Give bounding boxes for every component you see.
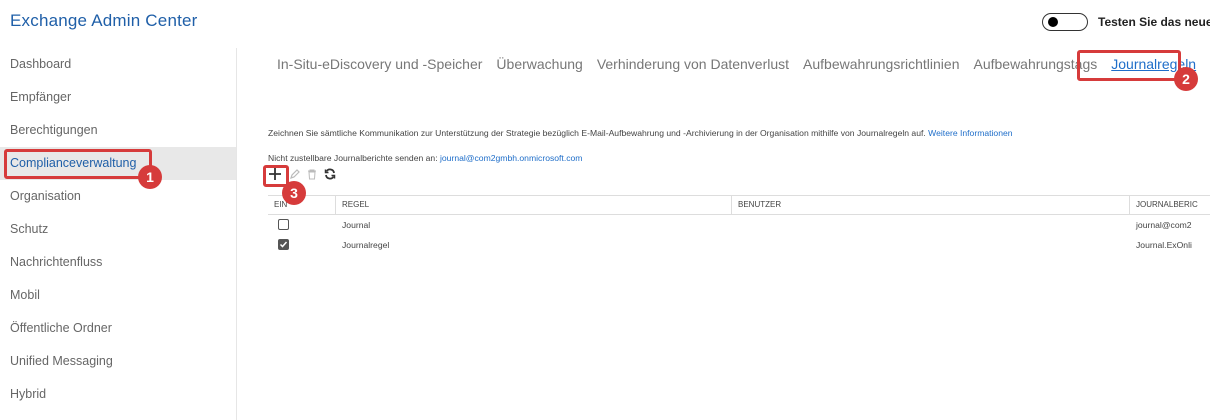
tab-data-loss-prevention[interactable]: Verhinderung von Datenverlust [597,56,789,72]
app-title: Exchange Admin Center [10,11,198,30]
tab-retention-policies[interactable]: Aufbewahrungsrichtlinien [803,56,959,72]
toggle-knob [1048,17,1058,27]
description-text: Zeichnen Sie sämtliche Kommunikation zur… [268,128,926,138]
new-eac-toggle-label: Testen Sie das neue E [1098,15,1210,29]
sidebar-item-hybrid[interactable]: Hybrid [0,378,236,411]
edit-icon[interactable] [289,168,300,180]
compliance-tabs: In-Situ-eDiscovery und -Speicher Überwac… [277,56,1210,72]
undeliverable-reports-line: Nicht zustellbare Journalberichte senden… [268,153,582,163]
new-eac-toggle[interactable] [1042,13,1088,31]
sidebar-nav: Dashboard Empfänger Berechtigungen Compl… [0,48,236,411]
sidebar-item-unified-messaging[interactable]: Unified Messaging [0,345,236,378]
rule-name: Journal [342,220,371,230]
sidebar-item-organization[interactable]: Organisation [0,180,236,213]
more-info-link[interactable]: Weitere Informationen [928,128,1012,138]
delete-icon[interactable] [307,169,317,180]
highlight-journal-rules-tab [1077,50,1181,81]
journal-rules-table: EIN REGEL BENUTZER JOURNALBERIC Journal … [268,195,1210,255]
new-eac-toggle-area[interactable]: Testen Sie das neue E [1042,13,1210,31]
sidebar-item-public-folders[interactable]: Öffentliche Ordner [0,312,236,345]
sidebar-item-permissions[interactable]: Berechtigungen [0,114,236,147]
table-row[interactable]: Journalregel Journal.ExOnli [268,235,1210,255]
table-row[interactable]: Journal journal@com2 [268,215,1210,235]
table-header: EIN REGEL BENUTZER JOURNALBERIC [268,195,1210,215]
enabled-checkbox[interactable] [278,239,289,250]
column-header-user[interactable]: BENUTZER [732,195,1130,215]
step-badge-2: 2 [1174,67,1198,91]
undeliverable-label: Nicht zustellbare Journalberichte senden… [268,153,438,163]
step-badge-1: 1 [138,165,162,189]
sidebar-item-mobile[interactable]: Mobil [0,279,236,312]
check-icon [279,241,288,248]
step-badge-3: 3 [282,181,306,205]
rule-name: Journalregel [342,240,390,250]
tab-auditing[interactable]: Überwachung [496,56,582,72]
highlight-compliance-management [4,149,152,179]
rule-journal-address: Journal.ExOnli [1136,240,1192,250]
sidebar-item-dashboard[interactable]: Dashboard [0,48,236,81]
page-description: Zeichnen Sie sämtliche Kommunikation zur… [268,128,1013,138]
rule-journal-address: journal@com2 [1136,220,1192,230]
sidebar-item-recipients[interactable]: Empfänger [0,81,236,114]
sidebar-item-mail-flow[interactable]: Nachrichtenfluss [0,246,236,279]
undeliverable-address-link[interactable]: journal@com2gmbh.onmicrosoft.com [440,153,582,163]
column-header-journal-reports[interactable]: JOURNALBERIC [1130,195,1210,215]
sidebar-divider [236,48,237,420]
enabled-checkbox[interactable] [278,218,289,230]
refresh-icon[interactable] [324,168,336,180]
sidebar-item-protection[interactable]: Schutz [0,213,236,246]
tab-in-place-ediscovery[interactable]: In-Situ-eDiscovery und -Speicher [277,56,482,72]
column-header-rule[interactable]: REGEL [336,195,732,215]
